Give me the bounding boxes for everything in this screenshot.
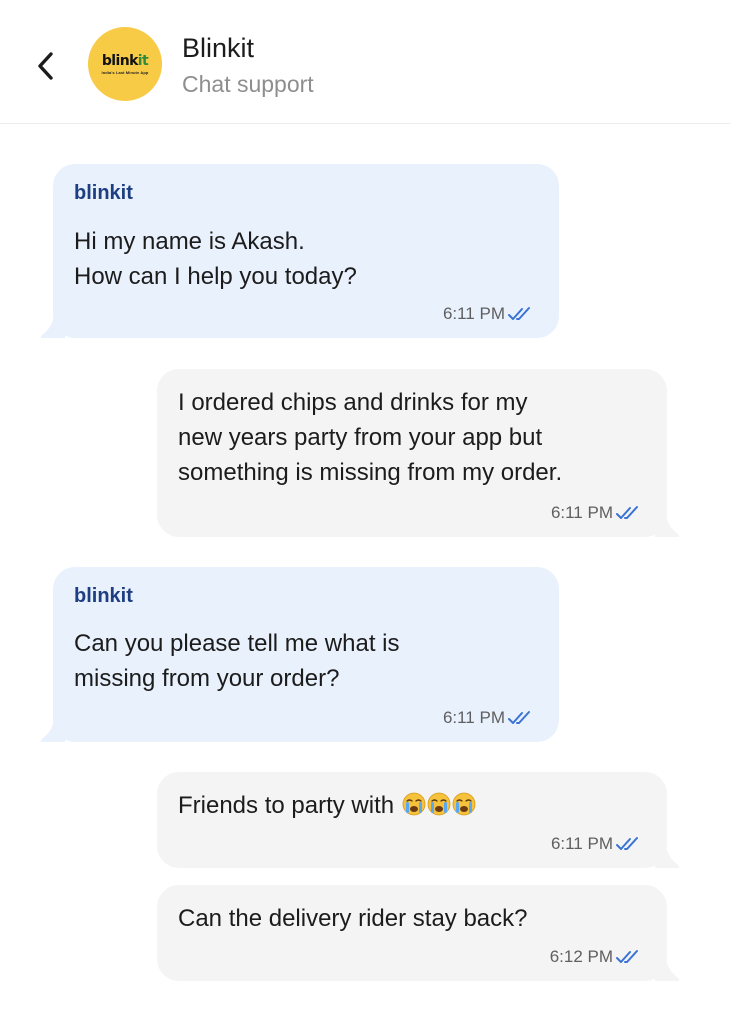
message-bubble-outgoing: I ordered chips and drinks for my new ye… (157, 369, 680, 537)
bubble-tail (40, 320, 65, 338)
message-text-line: new years party from your app but (178, 424, 543, 451)
message-text: Friends to party with (178, 792, 395, 819)
crying-face-icon (452, 792, 476, 816)
back-button[interactable] (32, 48, 60, 84)
message-meta: 6:11 PM (551, 503, 645, 523)
double-check-icon (616, 950, 638, 963)
chat-header: blinkit India's Last Minute App Blinkit … (0, 0, 730, 124)
bubble-tail (655, 963, 680, 981)
message-time: 6:11 PM (442, 304, 505, 323)
message-meta: 6:11 PM (443, 708, 537, 728)
sender-name: blinkit (74, 182, 133, 204)
message-bubble-outgoing: Friends to party with 6:11 PM (157, 772, 680, 868)
message-bubble-outgoing: Can the delivery rider stay back? 6:12 P… (157, 885, 680, 981)
double-check-icon (616, 837, 638, 850)
bubble-tail (655, 850, 680, 868)
message-text-line: Hi my name is Akash. (74, 228, 305, 255)
message-text-line: How can I help you today? (74, 263, 357, 290)
double-check-icon (616, 506, 638, 519)
message-time: 6:12 PM (549, 947, 613, 966)
chat-title: Blinkit (182, 33, 255, 63)
message-bubble-incoming: blinkit Hi my name is Akash. How can I h… (40, 164, 559, 338)
message-text-line: something is missing from my order. (178, 459, 563, 486)
message-text-line: Can you please tell me what is (74, 630, 400, 657)
message-time: 6:11 PM (442, 708, 505, 727)
chevron-left-icon (38, 52, 53, 80)
logo-wordmark: blinkit (101, 52, 149, 69)
logo-tagline: India's Last Minute App (101, 69, 149, 75)
crying-face-icon (427, 792, 451, 816)
chat-subtitle: Chat support (182, 71, 314, 97)
bubble-tail (655, 519, 680, 537)
crying-face-icon (402, 792, 426, 816)
message-text-line: I ordered chips and drinks for my (178, 389, 528, 416)
sender-name: blinkit (74, 585, 133, 607)
double-check-icon (508, 307, 530, 320)
message-text-line: missing from your order? (74, 665, 340, 692)
message-meta: 6:11 PM (551, 834, 645, 854)
message-meta: 6:11 PM (443, 304, 537, 324)
message-bubble-incoming: blinkit Can you please tell me what is m… (40, 567, 559, 742)
bubble-tail (40, 724, 65, 742)
message-meta: 6:12 PM (550, 947, 645, 967)
double-check-icon (508, 711, 530, 724)
message-text-line: Can the delivery rider stay back? (178, 905, 528, 932)
blinkit-logo-avatar: blinkit India's Last Minute App (88, 27, 162, 101)
message-text-line: Friends to party with (178, 788, 476, 823)
message-time: 6:11 PM (550, 834, 613, 853)
message-time: 6:11 PM (550, 503, 613, 522)
